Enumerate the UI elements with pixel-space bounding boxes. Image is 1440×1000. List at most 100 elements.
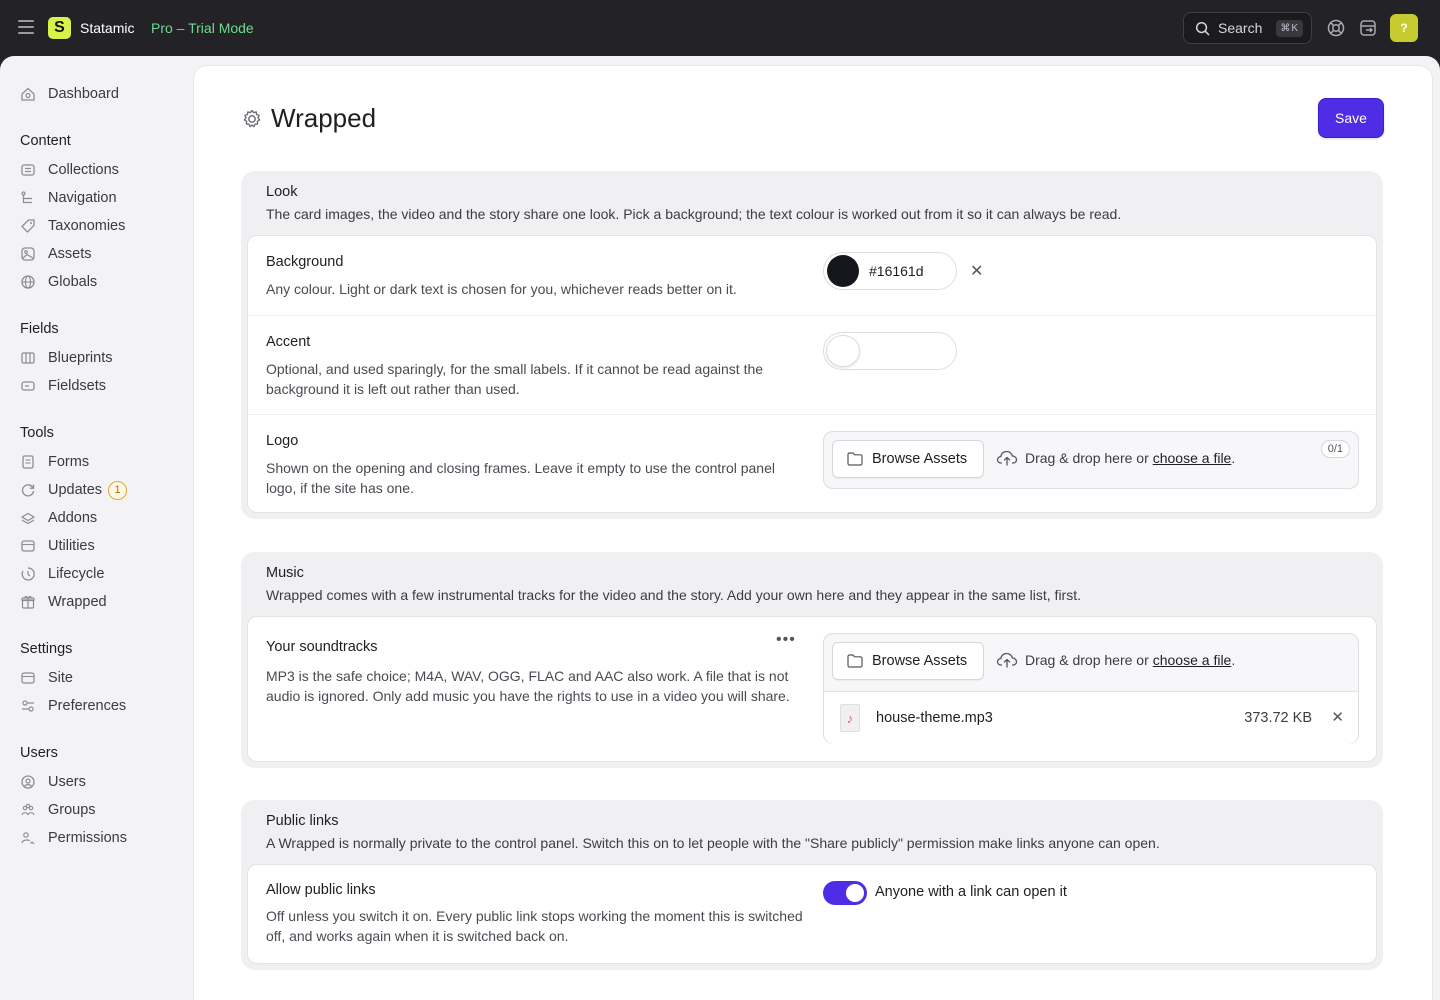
browse-assets-label: Browse Assets [872, 451, 968, 467]
sidebar-item-label: Utilities [48, 538, 95, 554]
sidebar-item-lifecycle[interactable]: Lifecycle [20, 563, 104, 585]
sidebar-item-dashboard[interactable]: Dashboard [20, 83, 119, 105]
search-shortcut: ⌘K [1276, 20, 1303, 37]
section-title: Public links [266, 813, 339, 829]
sidebar-item-collections[interactable]: Collections [20, 159, 119, 181]
field-label: Allow public links [266, 882, 376, 898]
sidebar-item-fieldsets[interactable]: Fieldsets [20, 375, 106, 397]
more-options-icon[interactable]: ••• [776, 631, 796, 649]
help-icon[interactable] [1326, 18, 1346, 38]
background-color-picker[interactable]: #16161d [823, 252, 957, 290]
site-icon [20, 670, 36, 686]
tag-icon [20, 218, 36, 234]
sidebar-item-assets[interactable]: Assets [20, 243, 92, 265]
sidebar-item-label: Forms [48, 454, 90, 470]
sidebar-item-wrapped[interactable]: Wrapped [20, 591, 107, 613]
section-description: The card images, the video and the story… [266, 206, 1122, 222]
drop-zone[interactable]: Drag & drop here or choose a file . [996, 449, 1235, 467]
color-value[interactable]: #16161d [869, 263, 924, 279]
preferences-icon [20, 698, 36, 714]
sidebar-item-utilities[interactable]: Utilities [20, 535, 95, 557]
soundtracks-upload: Browse Assets Drag & drop here or choose… [823, 633, 1359, 744]
sidebar-item-label: Groups [48, 802, 96, 818]
fieldsets-icon [20, 378, 36, 394]
accent-color-picker[interactable] [823, 332, 957, 370]
sidebar-item-navigation[interactable]: Navigation [20, 187, 117, 209]
drop-zone[interactable]: Drag & drop here or choose a file . [996, 651, 1235, 669]
permissions-icon [20, 830, 36, 846]
dashboard-icon [20, 86, 36, 102]
background-field: Background Any colour. Light or dark tex… [248, 236, 1376, 315]
menu-icon[interactable] [18, 20, 34, 34]
browse-assets-button[interactable]: Browse Assets [832, 440, 984, 478]
sidebar-item-blueprints[interactable]: Blueprints [20, 347, 112, 369]
addons-icon [20, 510, 36, 526]
sidebar-item-permissions[interactable]: Permissions [20, 827, 127, 849]
save-button[interactable]: Save [1318, 98, 1384, 138]
section-title: Look [266, 184, 298, 200]
groups-icon [20, 802, 36, 818]
search-icon [1195, 21, 1210, 35]
sidebar-item-users[interactable]: Users [20, 771, 86, 793]
sidebar-item-preferences[interactable]: Preferences [20, 695, 126, 717]
choose-file-link[interactable]: choose a file [1153, 652, 1232, 668]
sidebar-item-label: Updates [48, 482, 103, 498]
sidebar: Dashboard Content Collections Navigation… [0, 56, 192, 1000]
statamic-logo[interactable]: S [48, 17, 71, 39]
clear-color-icon[interactable]: ✕ [970, 261, 983, 281]
sidebar-item-groups[interactable]: Groups [20, 799, 96, 821]
file-name[interactable]: house-theme.mp3 [876, 710, 993, 726]
search-label: Search [1218, 20, 1263, 36]
section-description: A Wrapped is normally private to the con… [266, 835, 1160, 851]
choose-file-link[interactable]: choose a file [1153, 450, 1232, 466]
sidebar-item-site[interactable]: Site [20, 667, 73, 689]
sidebar-item-label: Blueprints [48, 350, 113, 366]
drop-text: Drag & drop here or [1025, 450, 1149, 466]
sidebar-heading-settings: Settings [20, 641, 73, 657]
field-label: Background [266, 254, 344, 270]
sidebar-item-label: Addons [48, 510, 98, 526]
sidebar-item-updates[interactable]: Updates 1 [20, 479, 128, 501]
utilities-icon [20, 538, 36, 554]
sidebar-item-forms[interactable]: Forms [20, 451, 89, 473]
browse-assets-button[interactable]: Browse Assets [832, 642, 984, 680]
sidebar-item-globals[interactable]: Globals [20, 271, 97, 293]
collections-icon [20, 162, 36, 178]
forms-icon [20, 454, 36, 470]
sidebar-heading-users: Users [20, 745, 58, 761]
edition-link[interactable]: Pro – Trial Mode [151, 20, 254, 36]
section-description: Wrapped comes with a few instrumental tr… [266, 587, 1082, 603]
field-label: Accent [266, 334, 311, 350]
field-help: Off unless you switch it on. Every publi… [266, 908, 803, 944]
globe-icon [20, 274, 36, 290]
search-button[interactable]: Search ⌘K [1183, 12, 1312, 44]
soundtracks-field: Your soundtracks ••• MP3 is the safe cho… [248, 617, 1376, 761]
view-site-icon[interactable] [1358, 18, 1378, 38]
sidebar-heading-fields: Fields [20, 321, 59, 337]
sidebar-item-taxonomies[interactable]: Taxonomies [20, 215, 125, 237]
remove-file-icon[interactable]: ✕ [1331, 708, 1344, 726]
field-label: Your soundtracks [266, 639, 378, 655]
updates-badge: 1 [108, 480, 128, 500]
look-card: Background Any colour. Light or dark tex… [247, 235, 1377, 513]
sidebar-item-label: Navigation [48, 190, 117, 206]
field-label: Logo [266, 433, 299, 449]
public-links-section: Public links A Wrapped is normally priva… [241, 800, 1383, 970]
music-section: Music Wrapped comes with a few instrumen… [241, 552, 1383, 768]
brand-name[interactable]: Statamic [80, 20, 134, 36]
accent-field: Accent Optional, and used sparingly, for… [248, 315, 1376, 414]
blueprints-icon [20, 350, 36, 366]
folder-icon [847, 452, 863, 466]
color-swatch[interactable] [827, 255, 859, 287]
color-swatch-empty[interactable] [826, 335, 860, 367]
toggle-label[interactable]: Anyone with a link can open it [875, 884, 1067, 900]
sidebar-item-label: Assets [48, 246, 92, 262]
sidebar-item-label: Lifecycle [48, 566, 105, 582]
lifecycle-icon [20, 566, 36, 582]
sidebar-item-label: Dashboard [48, 86, 119, 102]
allow-public-links-toggle[interactable] [823, 881, 867, 905]
sidebar-item-addons[interactable]: Addons [20, 507, 97, 529]
sidebar-item-label: Site [48, 670, 73, 686]
avatar[interactable]: ? [1390, 14, 1418, 42]
audio-file-icon: ♪ [840, 704, 860, 732]
